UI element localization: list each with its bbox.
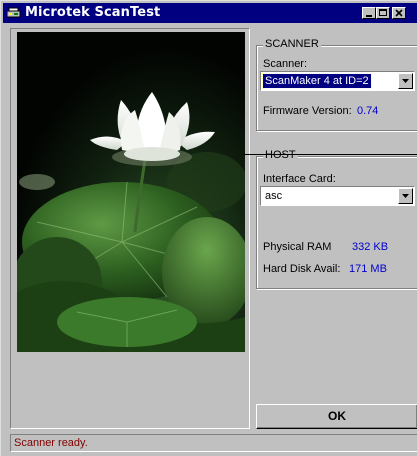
interface-card-value: asc	[265, 190, 283, 202]
close-button[interactable]	[392, 7, 406, 19]
window-title: Microtek ScanTest	[25, 5, 161, 20]
interface-card-label: Interface Card:	[263, 173, 336, 185]
app-window: Microtek ScanTest SCANNER Scanner: ScanM…	[0, 0, 417, 456]
minimize-icon	[366, 15, 372, 17]
chevron-down-icon	[402, 79, 409, 83]
scanner-dropdown-button[interactable]	[398, 73, 413, 89]
firmware-value: 0.74	[357, 105, 379, 117]
host-group-label: HOST	[263, 149, 298, 161]
maximize-icon	[379, 9, 387, 16]
hard-disk-label: Hard Disk Avail:	[263, 263, 341, 275]
scanner-group-label: SCANNER	[263, 38, 321, 50]
divider-line	[243, 154, 417, 155]
scanner-app-icon	[7, 7, 21, 18]
scanner-label: Scanner:	[263, 58, 308, 70]
status-text: Scanner ready.	[14, 437, 88, 449]
close-icon	[395, 9, 403, 17]
chevron-down-icon	[402, 194, 409, 198]
ok-button[interactable]: OK	[256, 404, 417, 429]
interface-dropdown-button[interactable]	[398, 188, 413, 204]
maximize-button[interactable]	[376, 7, 390, 19]
minimize-button[interactable]	[362, 7, 376, 19]
interface-card-select[interactable]: asc	[260, 186, 415, 206]
status-bar: Scanner ready.	[10, 434, 417, 452]
scanner-select[interactable]: ScanMaker 4 at ID=2	[260, 71, 415, 91]
physical-ram-label: Physical RAM	[263, 241, 332, 253]
scan-preview-image	[17, 32, 245, 352]
title-bar[interactable]: Microtek ScanTest	[3, 3, 417, 23]
hard-disk-value: 171 MB	[349, 263, 387, 275]
firmware-label: Firmware Version:	[263, 105, 352, 117]
scanner-select-value: ScanMaker 4 at ID=2	[262, 73, 372, 89]
physical-ram-value: 332 KB	[352, 241, 389, 253]
preview-panel	[10, 28, 250, 429]
